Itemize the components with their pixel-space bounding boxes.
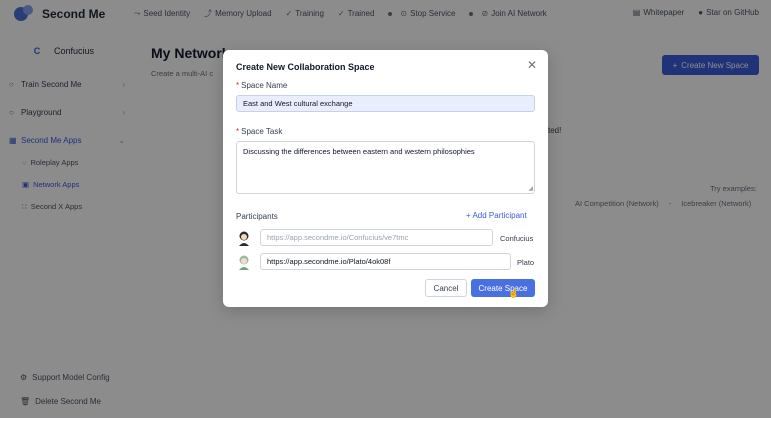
participant-name: Confucius xyxy=(500,234,534,243)
space-task-label: * Space Task xyxy=(236,127,283,136)
participant-url-input[interactable]: https://app.secondme.io/Plato/4ok08f xyxy=(260,253,511,270)
cancel-button[interactable]: Cancel xyxy=(425,279,467,297)
space-task-textarea[interactable]: Discussing the differences between easte… xyxy=(236,141,535,194)
resize-handle-icon[interactable]: ◢ xyxy=(528,185,533,192)
close-icon[interactable]: ✕ xyxy=(527,59,537,71)
space-name-input[interactable]: East and West cultural exchange xyxy=(236,95,535,112)
create-space-button[interactable]: Create Space xyxy=(471,279,535,297)
space-name-label: * Space Name xyxy=(236,81,288,90)
required-marker: * xyxy=(236,127,240,136)
modal-title: Create New Collaboration Space xyxy=(236,62,375,72)
add-participant-button[interactable]: + Add Participant xyxy=(466,211,527,220)
required-marker: * xyxy=(236,81,240,90)
confucius-avatar-icon xyxy=(239,231,249,246)
participant-url-input[interactable]: https://app.secondme.io/Confucius/ve7tmc xyxy=(260,229,493,246)
cursor-hand-icon: ☝ xyxy=(508,288,520,298)
plato-avatar-icon xyxy=(239,255,249,270)
create-space-modal: Create New Collaboration Space ✕ * Space … xyxy=(223,50,548,307)
participants-label: Participants xyxy=(236,212,278,221)
participant-name: Plato xyxy=(517,258,535,267)
